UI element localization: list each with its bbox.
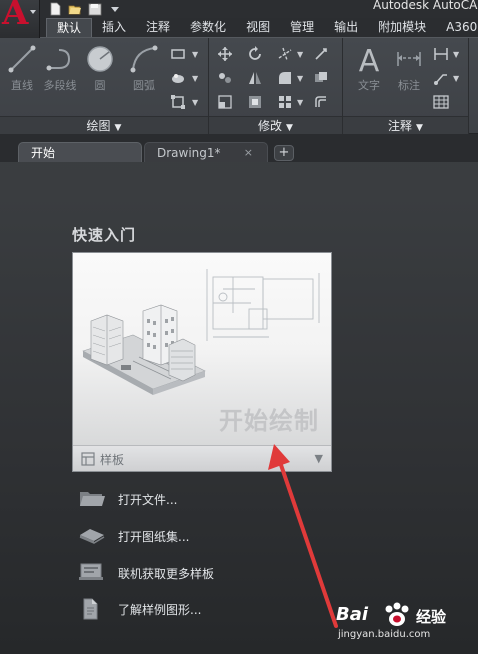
watermark-brand: Bai: [336, 604, 369, 625]
watermark-url: jingyan.baidu.com: [338, 629, 431, 640]
red-pointer-arrow: [268, 444, 338, 628]
watermark-brand-suffix: 经验: [416, 608, 447, 626]
baidu-watermark: Bai 经验 jingyan.baidu.com: [332, 598, 478, 646]
paw-logo-icon: [385, 602, 409, 626]
